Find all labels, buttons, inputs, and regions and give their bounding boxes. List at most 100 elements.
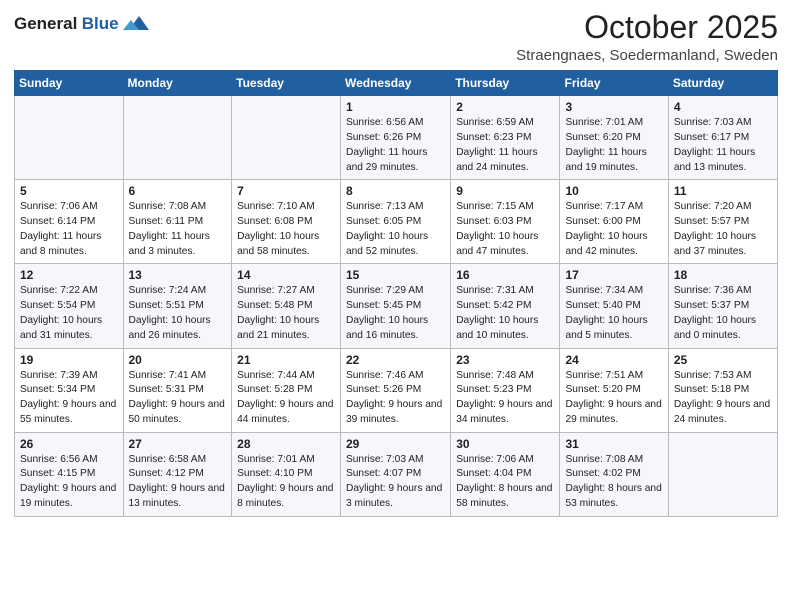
day-content: Sunrise: 7:27 AM Sunset: 5:48 PM Dayligh…	[237, 284, 335, 343]
day-content: Sunrise: 7:17 AM Sunset: 6:00 PM Dayligh…	[565, 200, 662, 259]
day-content: Sunrise: 7:31 AM Sunset: 5:42 PM Dayligh…	[456, 284, 554, 343]
day-content: Sunrise: 7:34 AM Sunset: 5:40 PM Dayligh…	[565, 284, 662, 343]
day-number: 12	[20, 268, 118, 282]
day-number: 22	[346, 353, 445, 367]
day-cell-31: 31Sunrise: 7:08 AM Sunset: 4:02 PM Dayli…	[560, 432, 668, 516]
empty-cell	[123, 96, 232, 180]
day-content: Sunrise: 6:58 AM Sunset: 4:12 PM Dayligh…	[129, 453, 227, 512]
logo-blue: Blue	[82, 14, 119, 33]
day-content: Sunrise: 7:24 AM Sunset: 5:51 PM Dayligh…	[129, 284, 227, 343]
day-cell-11: 11 Sunrise: 7:20 AM Sunset: 5:57 PM Dayli…	[668, 180, 777, 264]
day-cell-7: 7Sunrise: 7:10 AM Sunset: 6:08 PM Daylig…	[232, 180, 341, 264]
empty-cell	[668, 432, 777, 516]
day-content: Sunrise: 7:39 AM Sunset: 5:34 PM Dayligh…	[20, 369, 118, 428]
day-number: 10	[565, 184, 662, 198]
day-cell-27: 27Sunrise: 6:58 AM Sunset: 4:12 PM Dayli…	[123, 432, 232, 516]
day-cell-28: 28 Sunrise: 7:01 AM Sunset: 4:10 PM Dayli…	[232, 432, 341, 516]
day-number: 26	[20, 437, 118, 451]
day-content: Sunrise: 7:53 AM Sunset: 5:18 PM Dayligh…	[674, 369, 772, 428]
week-row-3: 19Sunrise: 7:39 AM Sunset: 5:34 PM Dayli…	[15, 348, 778, 432]
day-content: Sunrise: 7:01 AM Sunset: 4:10 PM Dayligh…	[237, 453, 335, 512]
location-title: Straengnaes, Soedermanland, Sweden	[516, 47, 778, 64]
day-cell-8: 8Sunrise: 7:13 AM Sunset: 6:05 PM Daylig…	[340, 180, 450, 264]
day-content: Sunrise: 7:06 AM Sunset: 4:04 PM Dayligh…	[456, 453, 554, 512]
day-cell-20: 20 Sunrise: 7:41 AM Sunset: 5:31 PM Dayli…	[123, 348, 232, 432]
empty-cell	[232, 96, 341, 180]
day-number: 11	[674, 184, 772, 198]
day-cell-23: 23 Sunrise: 7:48 AM Sunset: 5:23 PM Dayli…	[451, 348, 560, 432]
day-cell-21: 21 Sunrise: 7:44 AM Sunset: 5:28 PM Dayli…	[232, 348, 341, 432]
day-number: 1	[346, 100, 445, 114]
logo-text: General Blue	[14, 14, 119, 34]
day-number: 16	[456, 268, 554, 282]
day-content: Sunrise: 7:08 AM Sunset: 6:11 PM Dayligh…	[129, 200, 227, 259]
day-content: Sunrise: 7:46 AM Sunset: 5:26 PM Dayligh…	[346, 369, 445, 428]
day-content: Sunrise: 7:22 AM Sunset: 5:54 PM Dayligh…	[20, 284, 118, 343]
day-number: 17	[565, 268, 662, 282]
day-cell-2: 2 Sunrise: 6:59 AM Sunset: 6:23 PM Daylig…	[451, 96, 560, 180]
day-content: Sunrise: 7:03 AM Sunset: 6:17 PM Dayligh…	[674, 116, 772, 175]
day-number: 25	[674, 353, 772, 367]
day-cell-9: 9 Sunrise: 7:15 AM Sunset: 6:03 PM Daylig…	[451, 180, 560, 264]
header: General Blue October 2025 Straengnaes, S…	[14, 10, 778, 64]
day-number: 5	[20, 184, 118, 198]
day-cell-16: 16 Sunrise: 7:31 AM Sunset: 5:42 PM Dayli…	[451, 264, 560, 348]
day-content: Sunrise: 7:48 AM Sunset: 5:23 PM Dayligh…	[456, 369, 554, 428]
day-number: 28	[237, 437, 335, 451]
weekday-header-thursday: Thursday	[451, 71, 560, 96]
weekday-header-wednesday: Wednesday	[340, 71, 450, 96]
day-number: 23	[456, 353, 554, 367]
day-number: 13	[129, 268, 227, 282]
day-cell-15: 15 Sunrise: 7:29 AM Sunset: 5:45 PM Dayli…	[340, 264, 450, 348]
day-number: 29	[346, 437, 445, 451]
logo-general: General	[14, 14, 77, 33]
day-content: Sunrise: 7:10 AM Sunset: 6:08 PM Dayligh…	[237, 200, 335, 259]
page: General Blue October 2025 Straengnaes, S…	[0, 0, 792, 612]
day-cell-14: 14Sunrise: 7:27 AM Sunset: 5:48 PM Dayli…	[232, 264, 341, 348]
day-number: 15	[346, 268, 445, 282]
month-title: October 2025	[516, 10, 778, 45]
day-content: Sunrise: 7:44 AM Sunset: 5:28 PM Dayligh…	[237, 369, 335, 428]
day-number: 2	[456, 100, 554, 114]
day-content: Sunrise: 7:29 AM Sunset: 5:45 PM Dayligh…	[346, 284, 445, 343]
week-row-0: 1Sunrise: 6:56 AM Sunset: 6:26 PM Daylig…	[15, 96, 778, 180]
day-number: 20	[129, 353, 227, 367]
day-cell-3: 3Sunrise: 7:01 AM Sunset: 6:20 PM Daylig…	[560, 96, 668, 180]
day-number: 18	[674, 268, 772, 282]
day-content: Sunrise: 7:01 AM Sunset: 6:20 PM Dayligh…	[565, 116, 662, 175]
day-content: Sunrise: 7:08 AM Sunset: 4:02 PM Dayligh…	[565, 453, 662, 512]
day-cell-30: 30 Sunrise: 7:06 AM Sunset: 4:04 PM Dayli…	[451, 432, 560, 516]
day-cell-6: 6Sunrise: 7:08 AM Sunset: 6:11 PM Daylig…	[123, 180, 232, 264]
day-number: 8	[346, 184, 445, 198]
weekday-header-friday: Friday	[560, 71, 668, 96]
logo-icon	[121, 10, 149, 38]
empty-cell	[15, 96, 124, 180]
weekday-header-monday: Monday	[123, 71, 232, 96]
day-cell-18: 18 Sunrise: 7:36 AM Sunset: 5:37 PM Dayli…	[668, 264, 777, 348]
day-cell-17: 17 Sunrise: 7:34 AM Sunset: 5:40 PM Dayli…	[560, 264, 668, 348]
day-content: Sunrise: 7:36 AM Sunset: 5:37 PM Dayligh…	[674, 284, 772, 343]
day-cell-29: 29Sunrise: 7:03 AM Sunset: 4:07 PM Dayli…	[340, 432, 450, 516]
day-cell-12: 12 Sunrise: 7:22 AM Sunset: 5:54 PM Dayli…	[15, 264, 124, 348]
day-number: 21	[237, 353, 335, 367]
weekday-header-sunday: Sunday	[15, 71, 124, 96]
day-content: Sunrise: 7:41 AM Sunset: 5:31 PM Dayligh…	[129, 369, 227, 428]
day-cell-5: 5 Sunrise: 7:06 AM Sunset: 6:14 PM Daylig…	[15, 180, 124, 264]
day-content: Sunrise: 6:56 AM Sunset: 4:15 PM Dayligh…	[20, 453, 118, 512]
day-number: 30	[456, 437, 554, 451]
day-cell-1: 1Sunrise: 6:56 AM Sunset: 6:26 PM Daylig…	[340, 96, 450, 180]
day-content: Sunrise: 7:15 AM Sunset: 6:03 PM Dayligh…	[456, 200, 554, 259]
weekday-header-tuesday: Tuesday	[232, 71, 341, 96]
day-content: Sunrise: 6:59 AM Sunset: 6:23 PM Dayligh…	[456, 116, 554, 175]
day-content: Sunrise: 7:06 AM Sunset: 6:14 PM Dayligh…	[20, 200, 118, 259]
day-cell-22: 22 Sunrise: 7:46 AM Sunset: 5:26 PM Dayli…	[340, 348, 450, 432]
calendar-table: SundayMondayTuesdayWednesdayThursdayFrid…	[14, 70, 778, 517]
day-cell-10: 10 Sunrise: 7:17 AM Sunset: 6:00 PM Dayli…	[560, 180, 668, 264]
weekday-header-saturday: Saturday	[668, 71, 777, 96]
day-number: 4	[674, 100, 772, 114]
day-number: 9	[456, 184, 554, 198]
day-cell-24: 24Sunrise: 7:51 AM Sunset: 5:20 PM Dayli…	[560, 348, 668, 432]
day-cell-25: 25 Sunrise: 7:53 AM Sunset: 5:18 PM Dayli…	[668, 348, 777, 432]
day-content: Sunrise: 7:20 AM Sunset: 5:57 PM Dayligh…	[674, 200, 772, 259]
logo: General Blue	[14, 10, 149, 38]
